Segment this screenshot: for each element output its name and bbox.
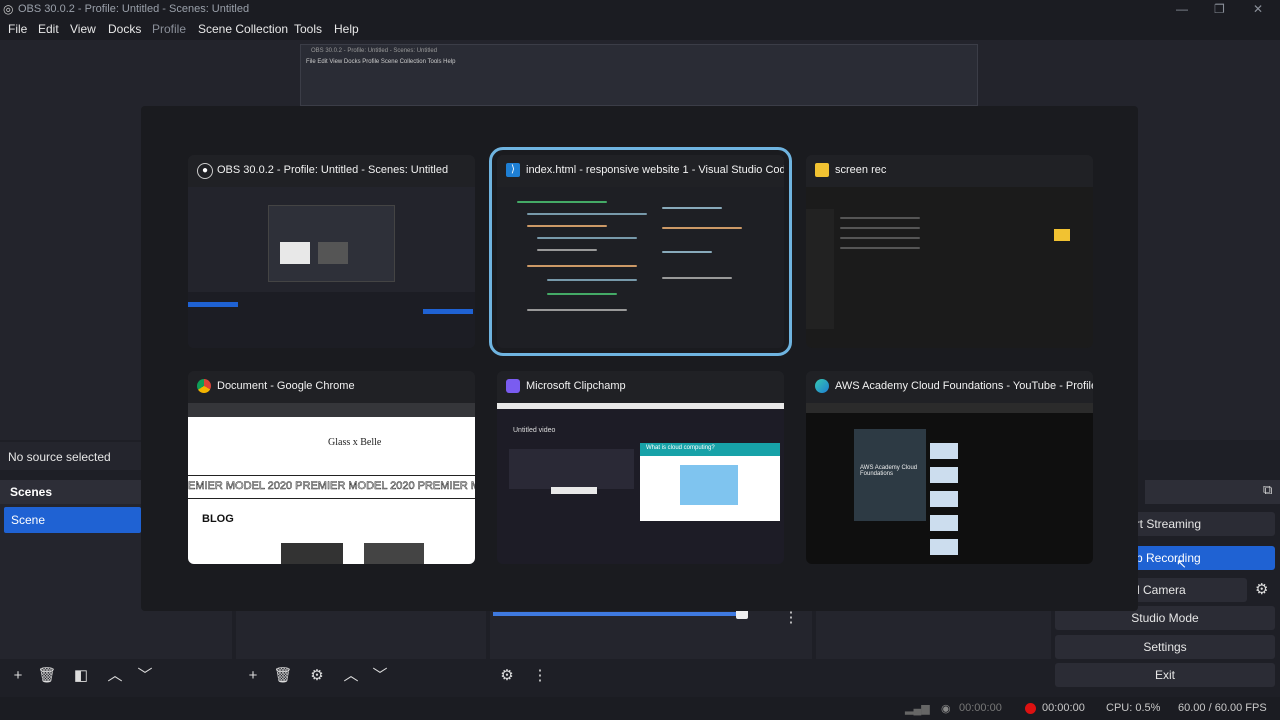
- scene-filter-icon[interactable]: ◧: [70, 665, 92, 687]
- stream-time: 00:00:00: [959, 702, 1002, 714]
- source-properties-gear-icon[interactable]: ⚙: [306, 665, 328, 687]
- window-label: Microsoft Clipchamp: [526, 380, 626, 392]
- window-label: index.html - responsive website 1 - Visu…: [526, 164, 784, 176]
- volume-meter: [493, 612, 748, 616]
- menu-edit[interactable]: Edit: [38, 22, 59, 36]
- scenes-title: Scenes: [10, 485, 53, 499]
- preview-recursive-window: OBS 30.0.2 - Profile: Untitled - Scenes:…: [300, 44, 978, 106]
- fps-readout: 60.00 / 60.00 FPS: [1178, 702, 1267, 714]
- close-icon[interactable]: ✕: [1253, 2, 1263, 16]
- record-indicator-icon: [1025, 703, 1036, 714]
- chrome-brand: Glass x Belle: [328, 437, 382, 448]
- audio-settings-icon[interactable]: ⚙: [496, 665, 518, 687]
- source-down-icon[interactable]: ﹀: [369, 665, 391, 687]
- source-up-icon[interactable]: ︿: [340, 665, 362, 687]
- chrome-banner: EMIER MODEL 2020 PREMIER MODEL 2020 PREM…: [188, 480, 475, 493]
- remove-scene-icon[interactable]: 🗑: [36, 665, 58, 687]
- obs-icon: ●: [197, 163, 213, 179]
- move-up-icon[interactable]: ︿: [104, 665, 126, 687]
- menu-view[interactable]: View: [70, 22, 96, 36]
- explorer-thumbnail: [806, 187, 1093, 348]
- switcher-window-obs[interactable]: ● OBS 30.0.2 - Profile: Untitled - Scene…: [188, 155, 475, 348]
- youtube-thumbnail: AWS Academy Cloud Foundations: [806, 403, 1093, 564]
- obs-logo-icon: ◎: [3, 2, 14, 16]
- minimize-icon[interactable]: —: [1176, 2, 1188, 16]
- virtual-camera-gear-icon[interactable]: ⚙: [1255, 580, 1268, 598]
- edge-icon: [815, 379, 829, 393]
- menu-docks[interactable]: Docks: [108, 22, 141, 36]
- switcher-window-edge[interactable]: AWS Academy Cloud Foundations - YouTube …: [806, 371, 1093, 564]
- add-source-icon[interactable]: +: [242, 665, 264, 687]
- menu-profile[interactable]: Profile: [152, 22, 186, 36]
- window-label: Document - Google Chrome: [217, 380, 355, 392]
- switcher-window-clipchamp[interactable]: Microsoft Clipchamp Untitled video What …: [497, 371, 784, 564]
- menu-file[interactable]: File: [8, 22, 27, 36]
- undock-icon[interactable]: ⧉: [1263, 482, 1272, 498]
- window-label: AWS Academy Cloud Foundations - YouTube …: [835, 380, 1093, 392]
- stream-status-icon: ◉: [941, 703, 951, 715]
- scene-list-item[interactable]: Scene: [4, 507, 141, 533]
- chrome-icon: [197, 379, 211, 393]
- vscode-icon: ⟩: [506, 163, 520, 177]
- menu-bar: [0, 20, 1280, 40]
- switcher-window-chrome[interactable]: Document - Google Chrome Glass x Belle E…: [188, 371, 475, 564]
- preview-title: OBS 30.0.2 - Profile: Untitled - Scenes:…: [311, 48, 438, 54]
- chrome-thumbnail: Glass x Belle EMIER MODEL 2020 PREMIER M…: [188, 403, 475, 564]
- title-bar: ◎ OBS 30.0.2 - Profile: Untitled - Scene…: [0, 0, 1280, 20]
- window-label: screen rec: [835, 164, 887, 176]
- maximize-icon[interactable]: ❐: [1214, 2, 1225, 16]
- scenes-header: Scenes: [0, 480, 145, 504]
- source-status: No source selected: [0, 442, 145, 470]
- network-signal-icon: ▂▄▆: [905, 703, 930, 715]
- preview-menu: File Edit View Docks Profile Scene Colle…: [306, 59, 456, 65]
- mouse-cursor-icon: ↖: [1176, 556, 1187, 571]
- clipchamp-card-title: What is cloud computing?: [646, 445, 715, 451]
- settings-button[interactable]: Settings: [1055, 635, 1275, 659]
- obs-thumbnail: [188, 187, 475, 348]
- clipchamp-heading: Untitled video: [513, 427, 556, 434]
- menu-scene-collection[interactable]: Scene Collection: [198, 22, 288, 36]
- clipchamp-thumbnail: Untitled video What is cloud computing?: [497, 403, 784, 564]
- audio-menu-icon[interactable]: ⋮: [529, 665, 551, 687]
- move-down-icon[interactable]: ﹀: [134, 665, 156, 687]
- remove-source-icon[interactable]: 🗑: [272, 665, 294, 687]
- controls-header: ⧉: [1145, 480, 1280, 504]
- cpu-usage: CPU: 0.5%: [1106, 702, 1161, 714]
- youtube-video-title: AWS Academy Cloud Foundations: [860, 465, 918, 477]
- window-title: OBS 30.0.2 - Profile: Untitled - Scenes:…: [18, 3, 250, 15]
- menu-help[interactable]: Help: [334, 22, 359, 36]
- vscode-thumbnail: [497, 187, 784, 348]
- chrome-blog: BLOG: [202, 513, 234, 525]
- record-time: 00:00:00: [1042, 702, 1085, 714]
- clipchamp-icon: [506, 379, 520, 393]
- exit-button[interactable]: Exit: [1055, 663, 1275, 687]
- switcher-window-vscode[interactable]: ⟩ index.html - responsive website 1 - Vi…: [489, 147, 792, 356]
- add-scene-icon[interactable]: +: [7, 665, 29, 687]
- no-source-label: No source selected: [8, 450, 111, 464]
- switcher-window-explorer[interactable]: screen rec: [806, 155, 1093, 348]
- window-label: OBS 30.0.2 - Profile: Untitled - Scenes:…: [217, 164, 449, 176]
- status-bar: [0, 697, 1280, 720]
- scene-name: Scene: [11, 513, 46, 527]
- menu-tools[interactable]: Tools: [294, 22, 322, 36]
- folder-icon: [815, 163, 829, 177]
